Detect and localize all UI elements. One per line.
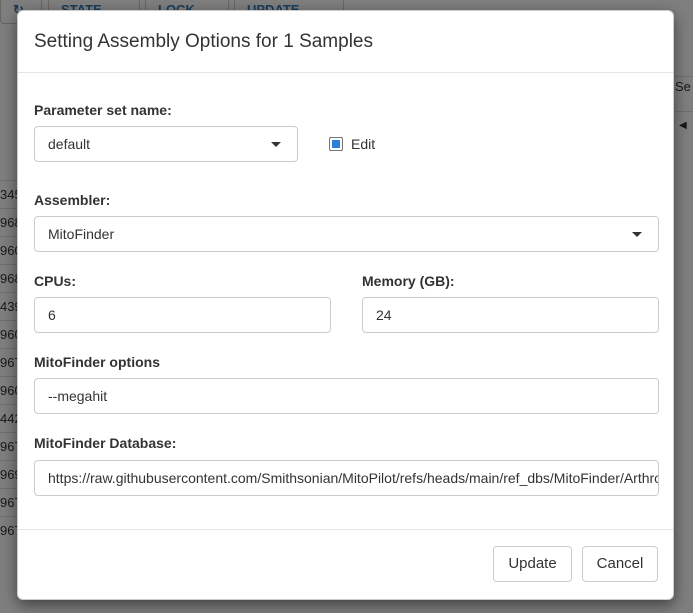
chevron-down-icon (271, 142, 281, 147)
cpus-value: 6 (48, 307, 56, 323)
parameter-set-label: Parameter set name: (34, 102, 172, 118)
modal-body: Parameter set name: default Edit Assembl… (18, 73, 673, 529)
mitofinder-database-input[interactable]: https://raw.githubusercontent.com/Smiths… (34, 460, 659, 496)
assembler-value: MitoFinder (48, 226, 115, 242)
modal-title: Setting Assembly Options for 1 Samples (34, 31, 373, 52)
cpus-label: CPUs: (34, 273, 77, 289)
assembly-options-dialog: Setting Assembly Options for 1 Samples P… (17, 10, 674, 600)
edit-checkbox-control[interactable]: Edit (329, 136, 375, 152)
memory-value: 24 (376, 307, 392, 323)
update-button[interactable]: Update (493, 546, 572, 582)
mitofinder-options-input[interactable]: --megahit (34, 378, 659, 414)
mitofinder-database-label: MitoFinder Database: (34, 435, 177, 451)
checkbox-checked-icon (332, 140, 340, 148)
modal-footer: Update Cancel (18, 529, 673, 599)
edit-checkbox[interactable] (329, 137, 343, 151)
mitofinder-database-value: https://raw.githubusercontent.com/Smiths… (48, 470, 659, 486)
mitofinder-options-value: --megahit (48, 388, 108, 404)
assembler-select[interactable]: MitoFinder (34, 216, 659, 252)
cpus-input[interactable]: 6 (34, 297, 331, 333)
memory-input[interactable]: 24 (362, 297, 659, 333)
chevron-down-icon (632, 232, 642, 237)
modal-header: Setting Assembly Options for 1 Samples (18, 11, 673, 73)
edit-checkbox-label: Edit (351, 136, 376, 152)
parameter-set-value: default (48, 136, 91, 152)
assembler-label: Assembler: (34, 192, 111, 208)
parameter-set-select[interactable]: default (34, 126, 298, 162)
mitofinder-options-label: MitoFinder options (34, 354, 160, 370)
memory-label: Memory (GB): (362, 273, 455, 289)
cancel-button[interactable]: Cancel (582, 546, 658, 582)
